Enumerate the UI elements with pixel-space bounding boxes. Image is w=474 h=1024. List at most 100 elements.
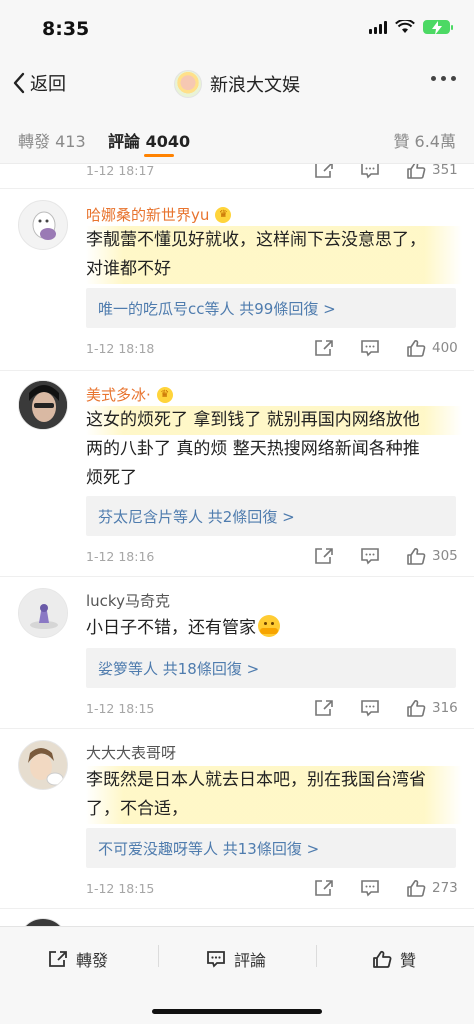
like-post-button[interactable]: 贊: [372, 947, 416, 971]
like-count: 351: [432, 164, 458, 178]
avatar-image: [19, 589, 67, 637]
divider: [0, 576, 474, 577]
avatar-image: [19, 381, 67, 429]
comment-button[interactable]: 評論: [206, 947, 266, 971]
like-button[interactable]: 400: [406, 339, 460, 358]
tab-repost[interactable]: 轉發 413: [18, 128, 86, 152]
comment-time: 1-12 18:16: [86, 548, 155, 564]
avatar-image: [32, 211, 56, 240]
reply-summary-link[interactable]: 不可爱没趣呀等人 共13條回復 >: [98, 838, 319, 859]
share-icon: [315, 340, 333, 356]
share-icon: [49, 951, 67, 967]
comment-icon: [361, 700, 379, 717]
reply-button[interactable]: [360, 164, 380, 179]
comment-line: 李靓蕾不懂见好就收，这样闹下去没意思了，: [86, 230, 426, 250]
divider: [0, 728, 474, 729]
user-name[interactable]: 大大大表哥呀: [86, 742, 176, 763]
more-options-button[interactable]: [431, 76, 456, 81]
comment-line: 烦死了: [86, 468, 137, 488]
comment-line: 李既然是日本人就去日本吧，别在我国台湾省: [86, 770, 426, 790]
comment-line: 了，不合适，: [86, 799, 188, 819]
back-button[interactable]: 返回: [12, 70, 66, 96]
reply-summary-link[interactable]: 娑箩等人 共18條回復 >: [98, 658, 259, 679]
avatar[interactable]: [18, 740, 68, 790]
comment-list[interactable]: 1-12 18:17 351 哈娜桑的新世界yu ♛ 李靓蕾不懂见好就收，这样闹…: [0, 164, 474, 926]
repost-label: 轉發: [76, 951, 109, 970]
avatar[interactable]: [18, 200, 68, 250]
more-dot-icon: [451, 76, 456, 81]
toolbar-divider: [316, 945, 317, 967]
reply-summary-link[interactable]: 芬太尼含片等人 共2條回復 >: [98, 506, 295, 527]
like-label: 贊: [400, 951, 417, 970]
thumbs-up-icon: [373, 950, 392, 968]
avatar[interactable]: [18, 588, 68, 638]
avatar[interactable]: [18, 918, 68, 926]
divider: [0, 908, 474, 909]
reply-button[interactable]: [360, 547, 380, 565]
user-name[interactable]: 美式多冰· ♛: [86, 384, 173, 405]
avatar-image: [19, 741, 67, 789]
reply-button[interactable]: [360, 699, 380, 717]
share-button[interactable]: [314, 339, 334, 357]
share-button[interactable]: [314, 879, 334, 897]
nav-bar: 返回 新浪大文娱: [0, 56, 474, 112]
more-dot-icon: [431, 76, 436, 81]
comment-actions: 400: [314, 339, 460, 358]
comment-actions: 273: [314, 879, 460, 898]
comment-line: 两的八卦了 真的烦 整天热搜网络新闻各种推: [86, 439, 420, 459]
like-count: 400: [432, 340, 458, 356]
user-name[interactable]: 哈娜桑的新世界yu ♛: [86, 204, 232, 225]
reply-summary-box[interactable]: 芬太尼含片等人 共2條回復 >: [86, 496, 456, 536]
share-button[interactable]: [314, 164, 334, 179]
reply-summary-box[interactable]: 娑箩等人 共18條回復 >: [86, 648, 456, 688]
like-button[interactable]: 351: [406, 164, 460, 180]
divider: [0, 188, 474, 189]
reply-button[interactable]: [360, 879, 380, 897]
like-button[interactable]: 305: [406, 547, 460, 566]
comment-time: 1-12 18:15: [86, 700, 155, 716]
repost-button[interactable]: 轉發: [48, 947, 108, 971]
user-name-text: lucky马奇克: [86, 592, 170, 610]
comment-text: 小日子不错，还有管家: [86, 614, 462, 643]
user-name-text: 大大大表哥呀: [86, 744, 177, 762]
comment-line: 小日子不错，还有管家: [86, 614, 462, 643]
user-name-text: 美式多冰·: [86, 386, 151, 404]
comment-time: 1-12 18:18: [86, 340, 155, 356]
reply-summary-link[interactable]: 唯一的吃瓜号cc等人 共99條回復 >: [98, 298, 336, 319]
share-icon: [315, 700, 333, 716]
share-icon: [315, 548, 333, 564]
comment-actions: 351: [314, 164, 460, 180]
comment-line-text: 小日子不错，还有管家: [86, 618, 256, 638]
signal-icon: [369, 20, 387, 34]
home-indicator[interactable]: [152, 1009, 322, 1014]
battery-icon: [423, 20, 453, 35]
reply-summary-box[interactable]: 不可爱没趣呀等人 共13條回復 >: [86, 828, 456, 868]
comment-line: 这女的烦死了 拿到钱了 就别再国内网络放他: [86, 406, 462, 435]
reply-summary-box[interactable]: 唯一的吃瓜号cc等人 共99條回復 >: [86, 288, 456, 328]
chevron-left-icon: [13, 72, 25, 94]
share-button[interactable]: [314, 699, 334, 717]
vip-crown-icon: ♛: [156, 386, 173, 403]
comment-meta-row: 1-12 18:15 273: [86, 878, 460, 898]
comment-text: 这女的烦死了 拿到钱了 就别再国内网络放他 两的八卦了 真的烦 整天热搜网络新闻…: [86, 406, 462, 493]
like-button[interactable]: 273: [406, 879, 460, 898]
reply-button[interactable]: [360, 339, 380, 357]
thumbs-up-icon: [407, 699, 426, 717]
comment-icon: [361, 548, 379, 565]
comment-icon: [361, 880, 379, 897]
avatar[interactable]: [18, 380, 68, 430]
like-count: 316: [432, 700, 458, 716]
like-count: 305: [432, 548, 458, 564]
wifi-icon: [395, 20, 415, 33]
share-icon: [315, 164, 333, 178]
comment-line: 对谁都不好: [86, 259, 171, 279]
status-icons: [369, 20, 453, 35]
tab-like[interactable]: 贊 6.4萬: [393, 128, 456, 152]
page-title: 新浪大文娱: [210, 75, 300, 96]
comment-time: 1-12 18:17: [86, 164, 155, 178]
share-button[interactable]: [314, 547, 334, 565]
comment-icon: [361, 164, 379, 179]
user-name[interactable]: lucky马奇克: [86, 590, 170, 611]
like-button[interactable]: 316: [406, 699, 460, 718]
tab-comment[interactable]: 評論 4040: [108, 128, 190, 152]
